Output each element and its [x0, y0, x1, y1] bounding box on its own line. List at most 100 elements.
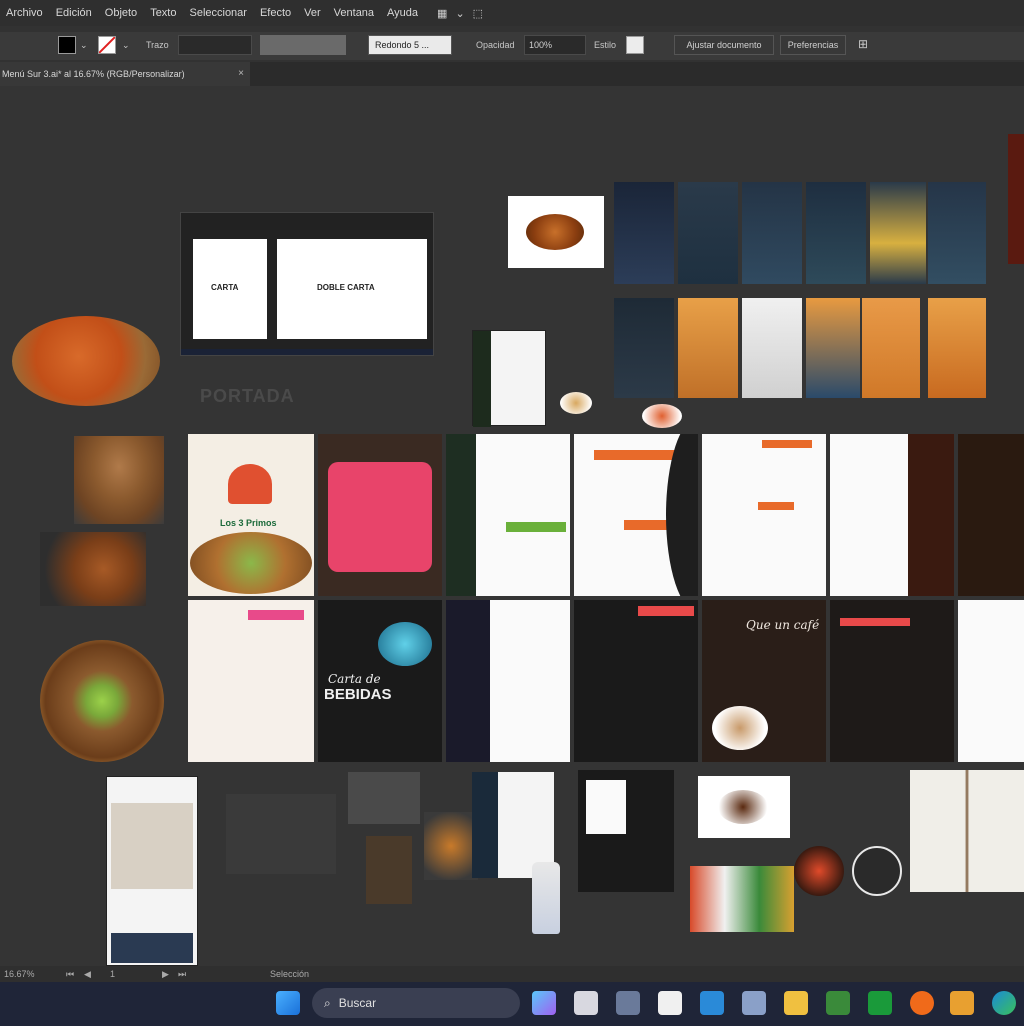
- calculator-icon[interactable]: [742, 991, 766, 1015]
- logo-white[interactable]: [852, 846, 902, 896]
- drink-cutouts[interactable]: [226, 794, 336, 874]
- beer-menu-thumb[interactable]: [578, 770, 674, 892]
- food-photo-tacos-plate[interactable]: [12, 316, 160, 406]
- document-setup-button[interactable]: Ajustar documento: [674, 35, 774, 55]
- menu-ayuda[interactable]: Ayuda: [387, 7, 418, 19]
- brush-definition[interactable]: Redondo 5 ...: [368, 35, 452, 55]
- coffee-splash-photo[interactable]: [698, 776, 790, 838]
- variable-width-profile[interactable]: [260, 35, 346, 55]
- artboard-cover-tres-primos[interactable]: Los 3 Primos: [188, 434, 314, 596]
- artboard-bebidas-calientes[interactable]: [830, 600, 954, 762]
- artboard-menu-partial[interactable]: [958, 434, 1024, 596]
- style-swatch[interactable]: [626, 36, 644, 54]
- taskbar-search[interactable]: ⌕ Buscar: [312, 988, 520, 1018]
- vodka-bottle[interactable]: [532, 862, 560, 934]
- stroke-swatch[interactable]: [98, 36, 116, 54]
- artboard-menu-orange[interactable]: [574, 434, 698, 596]
- artboard-menu-botanas[interactable]: [702, 434, 826, 596]
- copilot-icon[interactable]: [532, 991, 556, 1015]
- menu-efecto[interactable]: Efecto: [260, 7, 291, 19]
- edge-icon[interactable]: [992, 991, 1016, 1015]
- menu-texto[interactable]: Texto: [150, 7, 176, 19]
- food-photo-salsa-dish[interactable]: [642, 404, 682, 428]
- printed-menu-photo-8[interactable]: [678, 298, 738, 398]
- opacity-value: 100%: [529, 40, 553, 50]
- artboard-menu-greens[interactable]: [446, 434, 570, 596]
- stroke-label: Trazo: [146, 40, 169, 50]
- close-icon[interactable]: ×: [238, 68, 244, 79]
- fill-swatch[interactable]: [58, 36, 76, 54]
- opacity-field[interactable]: 100%: [524, 35, 586, 55]
- printed-menu-photo-9[interactable]: [742, 298, 802, 398]
- last-page-icon[interactable]: ⏭: [178, 969, 186, 980]
- artboard-carta-bebidas[interactable]: Carta de BEBIDAS: [318, 600, 442, 762]
- bar-photo-1[interactable]: [348, 772, 420, 824]
- printed-menu-photo-4[interactable]: [806, 182, 866, 284]
- chevron-down-icon[interactable]: ⌄: [122, 40, 130, 51]
- phone-screenshot[interactable]: [106, 776, 198, 966]
- windows-start-icon[interactable]: [276, 991, 300, 1015]
- artboard-drinks-list[interactable]: [446, 600, 570, 762]
- artboard-cafe[interactable]: Que un café: [702, 600, 826, 762]
- stroke-weight-field[interactable]: [178, 35, 252, 55]
- menu-thumbnail-phone[interactable]: [472, 330, 546, 427]
- printed-menu-photo-6[interactable]: [928, 182, 986, 284]
- bar-photo-2[interactable]: [366, 836, 412, 904]
- cocktail-cutout[interactable]: [424, 812, 478, 880]
- camera-icon[interactable]: [616, 991, 640, 1015]
- minecraft-icon[interactable]: [826, 991, 850, 1015]
- tres-primos-title: Los 3 Primos: [220, 518, 277, 528]
- menu-archivo[interactable]: Archivo: [6, 7, 43, 19]
- edge-photo[interactable]: [1008, 134, 1024, 264]
- page-number[interactable]: 1: [110, 969, 115, 979]
- menu-edicion[interactable]: Edición: [56, 7, 92, 19]
- prev-page-icon[interactable]: ◀: [84, 969, 91, 980]
- food-photo-small-dish[interactable]: [560, 392, 592, 414]
- artboard-menu-entradas[interactable]: [830, 434, 954, 596]
- workspace-grid-icon[interactable]: ▦: [437, 7, 447, 20]
- logo-color[interactable]: [794, 846, 844, 896]
- printed-menu-photo-5[interactable]: [870, 182, 926, 284]
- menu-ver[interactable]: Ver: [304, 7, 321, 19]
- menu-seleccionar[interactable]: Seleccionar: [189, 7, 246, 19]
- xbox-icon[interactable]: [868, 991, 892, 1015]
- printed-menu-photo-10[interactable]: [806, 298, 860, 398]
- chevron-down-icon[interactable]: ⌄: [80, 40, 88, 51]
- next-page-icon[interactable]: ▶: [162, 969, 169, 980]
- first-page-icon[interactable]: ⏮: [66, 969, 74, 980]
- share-icon[interactable]: ⬚: [473, 7, 483, 20]
- liquor-bottles-photo[interactable]: [690, 866, 794, 932]
- printed-menu-photo-3[interactable]: [742, 182, 802, 284]
- printed-menu-photo-12[interactable]: [928, 298, 986, 398]
- thumb-sidebar: [473, 331, 491, 427]
- chevron-down-icon[interactable]: ⌄: [455, 7, 464, 20]
- artboard-history[interactable]: [318, 434, 442, 596]
- red-header: [638, 606, 694, 616]
- food-photo-bowl[interactable]: [508, 196, 604, 268]
- printed-menu-photo-1[interactable]: [614, 182, 674, 284]
- food-photo-tortas[interactable]: [74, 436, 164, 524]
- app-icon[interactable]: [950, 991, 974, 1015]
- food-photo-skillet[interactable]: [40, 532, 146, 606]
- mail-icon[interactable]: [700, 991, 724, 1015]
- carta-doble-carta-screenshot[interactable]: CARTA DOBLE CARTA: [180, 212, 434, 356]
- task-view-icon[interactable]: [574, 991, 598, 1015]
- food-photo-round-platter[interactable]: [40, 640, 164, 762]
- document-tab[interactable]: Menú Sur 3.ai* al 16.67% (RGB/Personaliz…: [0, 62, 250, 86]
- file-explorer-icon[interactable]: [784, 991, 808, 1015]
- calendar-icon[interactable]: [658, 991, 682, 1015]
- zoom-level[interactable]: 16.67%: [4, 969, 35, 979]
- artboard-liquors[interactable]: [574, 600, 698, 762]
- menu-objeto[interactable]: Objeto: [105, 7, 137, 19]
- firefox-icon[interactable]: [910, 991, 934, 1015]
- arrange-icon[interactable]: ⊞: [858, 37, 868, 51]
- printed-menu-photo-7[interactable]: [614, 298, 674, 398]
- preferences-button[interactable]: Preferencias: [780, 35, 846, 55]
- printed-menu-photo-2[interactable]: [678, 182, 738, 284]
- artboard-drinks-partial[interactable]: [958, 600, 1024, 762]
- printed-menu-photo-11[interactable]: [862, 298, 920, 398]
- handwritten-notebook[interactable]: [910, 770, 1024, 892]
- artboard-menu-pink[interactable]: [188, 600, 314, 762]
- menu-ventana[interactable]: Ventana: [334, 7, 374, 19]
- carta-artboard: CARTA: [193, 239, 267, 339]
